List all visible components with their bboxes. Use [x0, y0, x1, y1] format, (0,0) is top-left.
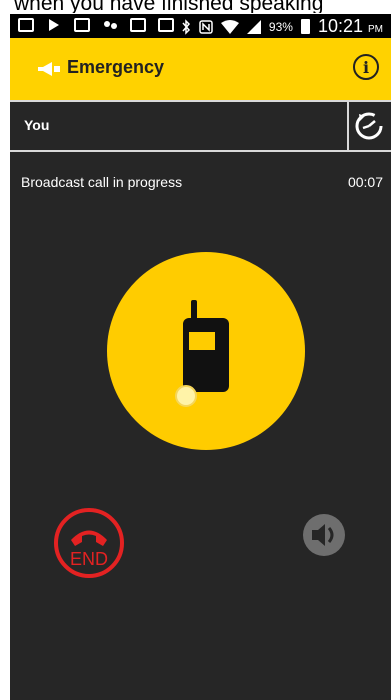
battery-percent: 93%	[268, 19, 293, 34]
clock-ampm: PM	[368, 24, 383, 35]
play-icon	[46, 18, 62, 32]
phone-screen: 93% 10:21 PM Emergency i You Broadcast c…	[10, 14, 391, 700]
replay-button[interactable]	[347, 102, 391, 150]
message-icon	[18, 18, 34, 32]
clock: 10:21 PM	[318, 16, 383, 37]
talker-row: You	[10, 100, 391, 152]
calendar-icon	[130, 18, 146, 32]
talker-name: You	[24, 117, 50, 133]
radio-icon	[183, 300, 229, 392]
end-call-button[interactable]: END	[53, 507, 125, 579]
call-timer: 00:07	[347, 174, 383, 190]
touch-indicator	[175, 385, 197, 407]
call-status: Broadcast call in progress	[21, 174, 183, 190]
end-call-label: END	[69, 549, 108, 569]
info-icon: i	[362, 57, 370, 77]
dots-icon	[102, 18, 118, 32]
info-button[interactable]: i	[353, 54, 379, 80]
speaker-button[interactable]	[302, 513, 346, 557]
status-bar: 93% 10:21 PM	[10, 14, 391, 38]
replay-icon	[355, 112, 383, 140]
signal-icon	[246, 19, 261, 34]
app-bar: Emergency i	[10, 38, 391, 100]
megaphone-icon	[38, 62, 60, 76]
push-to-talk-button[interactable]	[107, 252, 305, 450]
battery-icon	[300, 19, 310, 34]
speaker-icon	[303, 514, 345, 556]
page-title: Emergency	[67, 57, 165, 77]
clock-time: 10:21	[317, 16, 363, 36]
caption: when you have finished speaking	[0, 0, 391, 13]
nfc-icon	[199, 19, 213, 34]
wifi-icon	[220, 19, 239, 34]
image-icon	[158, 18, 174, 32]
status-bar-system: 93% 10:21 PM	[181, 16, 383, 37]
status-bar-notifications	[18, 18, 174, 32]
bluetooth-icon	[182, 18, 190, 35]
gallery-icon	[74, 18, 90, 32]
